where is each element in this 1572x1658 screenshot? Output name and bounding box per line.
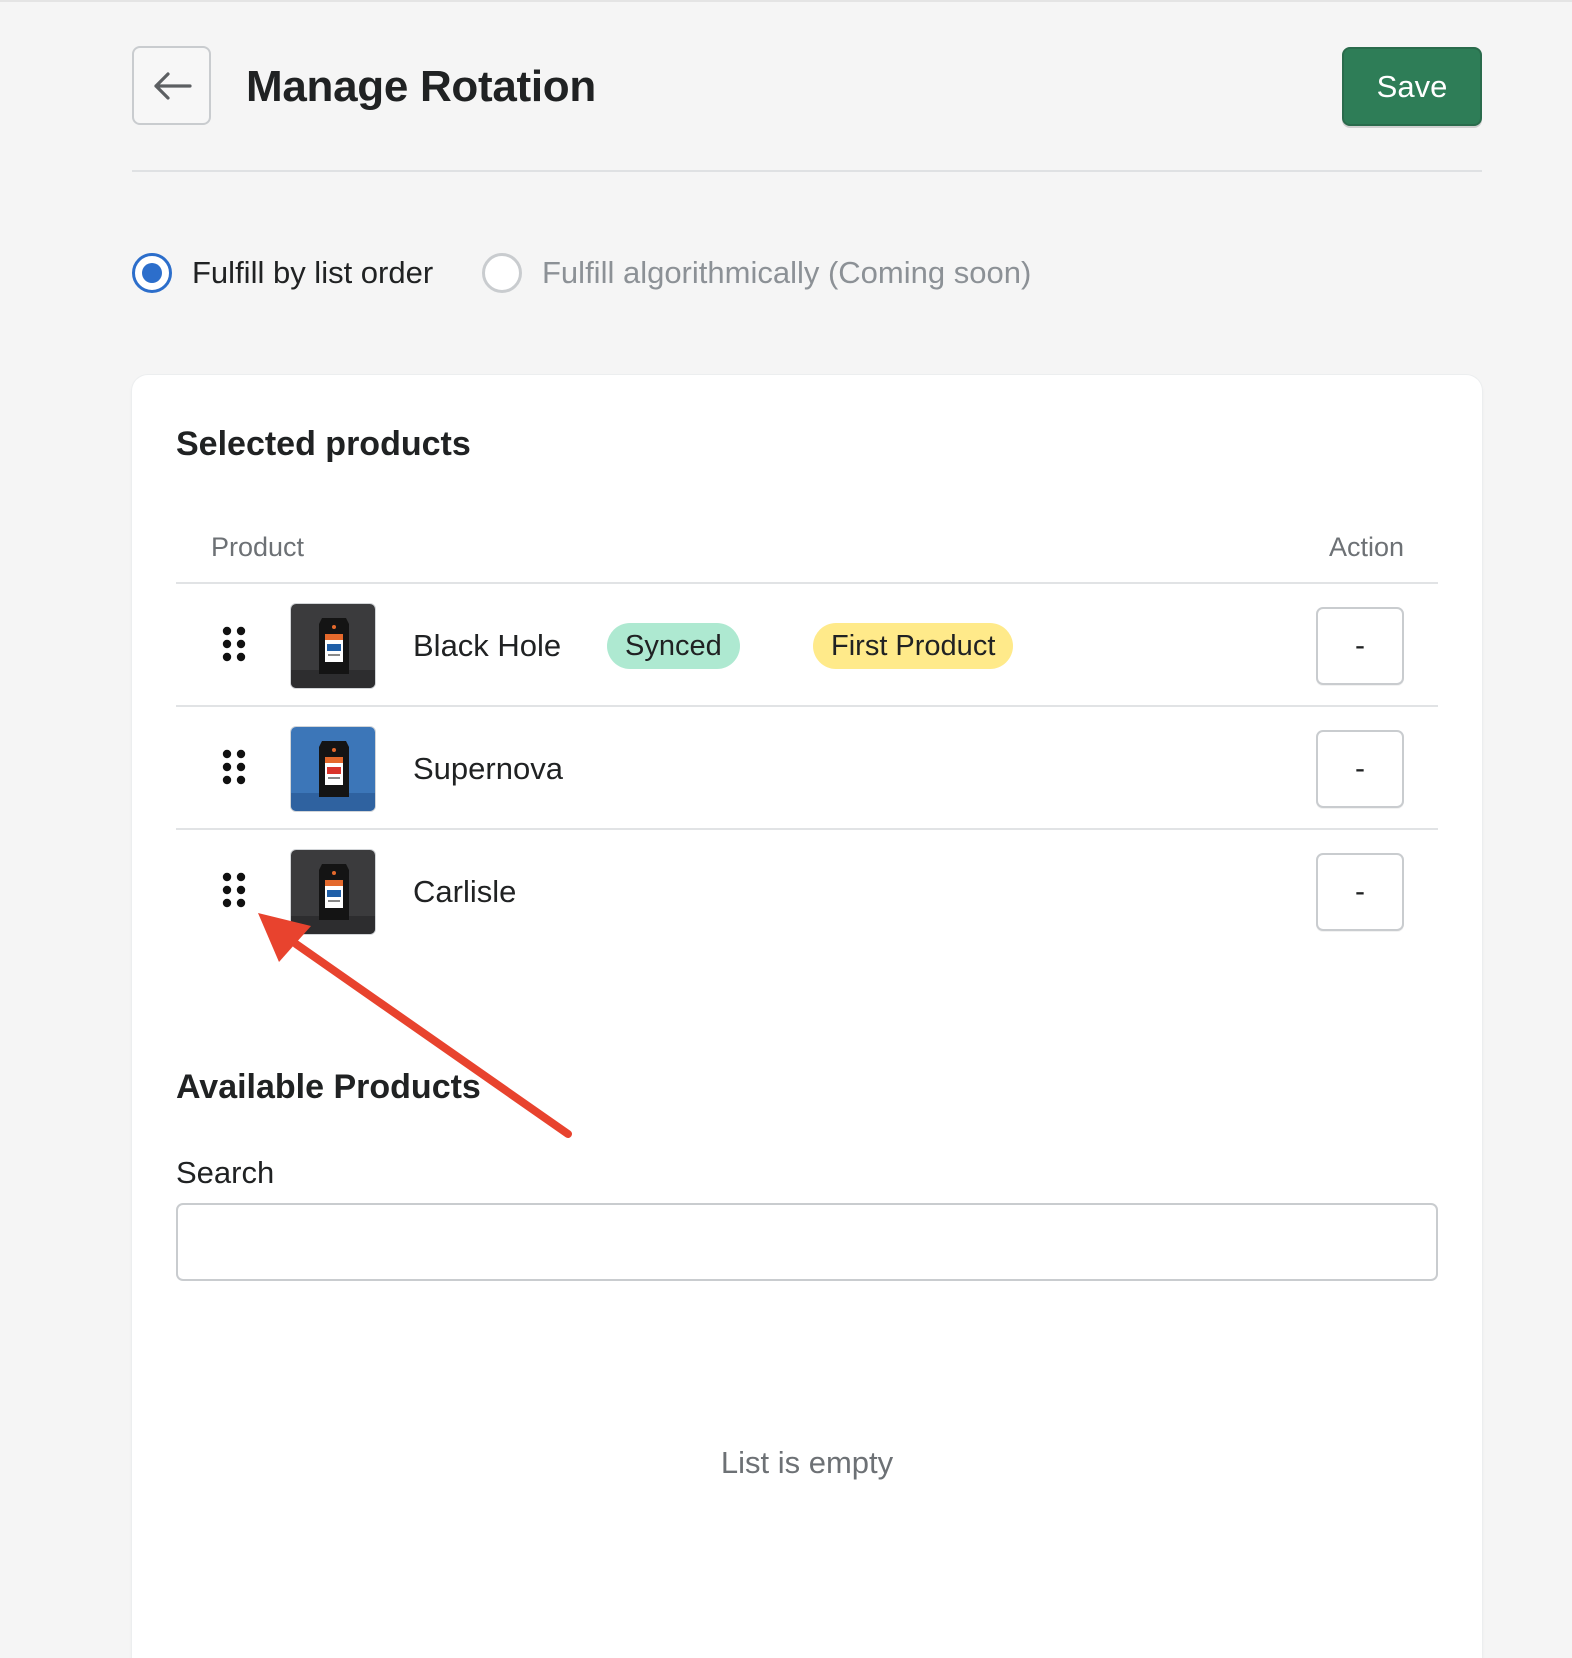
product-thumbnail [290,849,376,935]
search-label: Search [176,1155,275,1190]
back-button[interactable] [132,46,211,125]
radio-label: Fulfill by list order [192,255,434,290]
product-thumbnail [290,726,376,812]
radio-label: Fulfill algorithmically (Coming soon) [542,255,1032,290]
synced-badge: Synced [607,623,740,669]
remove-product-button[interactable]: - [1316,853,1404,931]
first-product-badge: First Product [813,623,1014,669]
table-row: Supernova - [176,707,1438,830]
product-thumbnail [290,603,376,689]
drag-handle-icon[interactable] [222,872,246,908]
table-row: Black Hole Synced First Product - [176,584,1438,707]
remove-product-button[interactable]: - [1316,730,1404,808]
header-divider [132,170,1482,172]
page-title: Manage Rotation [246,62,596,111]
radio-fulfill-by-list-order[interactable]: Fulfill by list order [132,253,433,293]
empty-state-text: List is empty [720,1445,894,1480]
radio-checked-icon [132,253,172,293]
remove-product-button[interactable]: - [1316,607,1404,685]
column-header-action: Action [1328,532,1404,562]
table-row: Carlisle - [176,830,1438,953]
arrow-left-icon [153,71,192,100]
save-button[interactable]: Save [1342,47,1482,126]
rotation-card: Selected products Product Action Black H… [132,375,1482,1658]
available-products-heading: Available Products [176,1068,481,1106]
product-name: Black Hole [413,628,562,663]
drag-handle-icon[interactable] [222,626,246,662]
column-header-product: Product [211,532,305,562]
selected-products-heading: Selected products [176,425,471,463]
search-input[interactable] [176,1203,1438,1281]
product-name: Supernova [413,751,563,786]
drag-handle-icon[interactable] [222,749,246,785]
radio-fulfill-algorithmically[interactable]: Fulfill algorithmically (Coming soon) [482,253,1031,293]
radio-unchecked-icon [482,253,522,293]
manage-rotation-page: Manage Rotation Save Fulfill by list ord… [0,0,1572,1658]
product-name: Carlisle [413,874,517,909]
